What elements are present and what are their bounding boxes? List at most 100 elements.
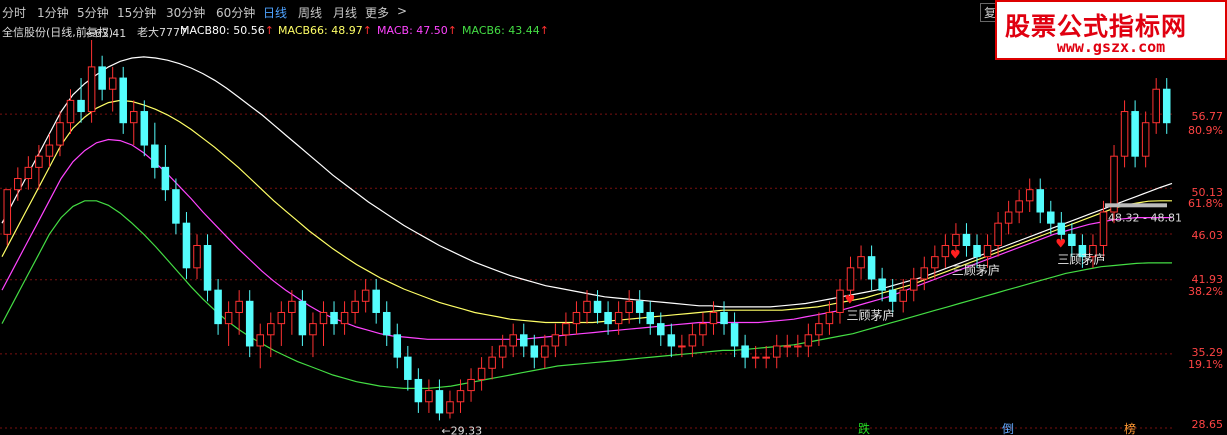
candle-body [699, 323, 707, 336]
candle-body [1047, 211, 1055, 224]
price-axis: 56.77 80.9% 50.13 61.8% 46.03 41.93 38.2… [1175, 0, 1227, 435]
axis-percent-label: 80.9% [1188, 124, 1223, 137]
candle-body [709, 311, 718, 325]
candle-body [667, 334, 676, 347]
candle-body [1025, 189, 1034, 202]
candle-body [319, 311, 328, 325]
candle-body [340, 311, 349, 325]
candle-body [783, 345, 792, 348]
candle-body [1141, 122, 1150, 157]
candle-body [361, 289, 370, 302]
candle-body [108, 77, 117, 90]
candle-body [530, 345, 539, 358]
candle-body [214, 289, 222, 325]
candle-body [351, 300, 359, 313]
axis-percent-label: 61.8% [1188, 197, 1223, 210]
candle-body [678, 345, 686, 348]
candle-body [846, 267, 855, 291]
candle-body [1057, 222, 1066, 235]
candle-body [973, 244, 981, 258]
signal-flag-label: 榜 [1124, 421, 1136, 435]
candle-body [129, 111, 138, 124]
signal-mid-label: 倒 [1002, 422, 1014, 435]
candlestick-chart[interactable]: ←63.41←29.33♥三顾茅庐♥三顾茅庐♥三顾茅庐48.32 - 48.81… [0, 0, 1227, 435]
candle-body [203, 244, 212, 291]
candle-body [878, 278, 886, 291]
candle-body [1036, 189, 1045, 213]
candle-body [625, 300, 633, 313]
candle-body [688, 334, 697, 347]
candle-body [657, 323, 665, 336]
candle-body [256, 334, 265, 347]
candle-body [720, 311, 728, 325]
candle-body [994, 222, 1002, 246]
heart-marker-icon: ♥ [950, 248, 961, 262]
low-price-label: ←29.33 [441, 424, 482, 435]
candle-body [66, 99, 75, 124]
heart-marker-icon: ♥ [1055, 236, 1066, 250]
candle-body [962, 233, 971, 246]
candle-body [277, 311, 286, 325]
candle-body [646, 311, 655, 325]
pattern-label: 三顾茅庐 [1057, 251, 1105, 266]
candle-body [815, 323, 823, 336]
candle-body [909, 278, 918, 291]
candle-body [604, 311, 612, 325]
signal-down-label: 跌 [858, 421, 870, 435]
candle-body [45, 144, 54, 157]
candle-body [161, 166, 170, 191]
candle-body [488, 356, 496, 369]
candle-body [404, 356, 412, 380]
candle-body [1099, 211, 1108, 246]
candle-body [741, 345, 749, 358]
candle-body [172, 189, 180, 224]
axis-price-label: 56.77 [1191, 110, 1224, 123]
candle-body [772, 345, 781, 358]
heart-marker-icon: ♥ [845, 292, 856, 306]
candle-body [77, 99, 85, 113]
candle-body [931, 256, 939, 269]
watermark-url: www.gszx.com [1056, 38, 1166, 56]
candle-body [87, 66, 96, 113]
candle-body [393, 334, 402, 358]
candle-body [794, 345, 802, 348]
range-bar [1105, 203, 1167, 208]
candle-body [888, 289, 897, 302]
candle-body [593, 300, 602, 313]
candle-body [193, 244, 201, 269]
candle-body [583, 300, 591, 313]
candle-body [519, 334, 528, 347]
candle-body [1162, 88, 1171, 124]
candle-body [119, 77, 127, 124]
candle-body [56, 122, 64, 146]
candle-body [224, 311, 233, 325]
candle-body [498, 345, 507, 358]
pattern-label: 三顾茅庐 [847, 307, 895, 322]
candle-body [1068, 233, 1076, 246]
candle-body [446, 401, 454, 414]
candle-body [140, 111, 149, 146]
pattern-label: 三顾茅庐 [952, 263, 1000, 278]
candle-body [1015, 200, 1023, 213]
candle-body [836, 289, 844, 313]
candle-body [572, 311, 581, 325]
candle-body [435, 390, 444, 414]
candle-body [1131, 111, 1139, 157]
watermark-logo: 股票公式指标网 www.gszx.com [995, 0, 1227, 60]
candle-body [541, 345, 549, 358]
high-price-label: ←63.41 [86, 27, 127, 40]
candle-body [414, 378, 423, 403]
candle-body [330, 311, 338, 325]
candle-body [751, 356, 760, 359]
candle-body [267, 323, 275, 336]
candle-body [235, 300, 243, 313]
candle-body [551, 334, 560, 347]
candle-body [509, 334, 517, 347]
candle-body [762, 356, 770, 359]
candle-body [562, 323, 570, 336]
candle-body [456, 390, 465, 403]
candle-body [14, 178, 22, 191]
candle-body [35, 155, 43, 168]
candle-body [151, 144, 159, 168]
range-label: 48.32 - 48.81 [1108, 211, 1182, 224]
